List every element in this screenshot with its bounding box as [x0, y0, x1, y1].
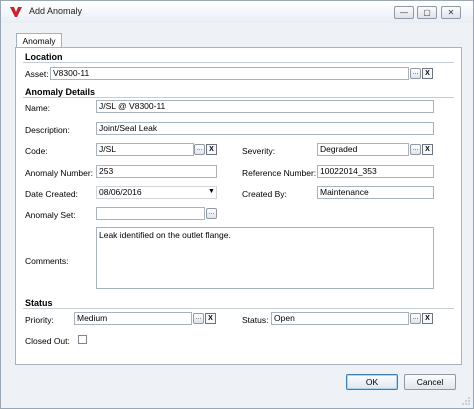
anomaly-number-field[interactable]: 253 [96, 165, 217, 178]
anomaly-set-field[interactable] [96, 207, 205, 220]
created-by-label: Created By: [242, 189, 287, 199]
severity-label: Severity: [242, 146, 276, 156]
cancel-button[interactable]: Cancel [404, 374, 456, 390]
title-bar[interactable]: Add Anomaly — ▢ ✕ [1, 1, 473, 23]
reference-number-label: Reference Number: [242, 168, 317, 178]
name-label: Name: [25, 103, 51, 113]
priority-clear-button[interactable]: X [205, 313, 216, 324]
status-browse-button[interactable]: ... [410, 313, 421, 324]
priority-label: Priority: [25, 315, 54, 325]
app-logo-icon [10, 7, 22, 17]
description-field[interactable]: Joint/Seal Leak [96, 122, 434, 135]
ok-button[interactable]: OK [346, 374, 398, 390]
date-dropdown-icon[interactable]: ▼ [208, 188, 215, 195]
resize-grip-icon[interactable] [462, 397, 470, 405]
code-label: Code: [25, 146, 48, 156]
window-title: Add Anomaly [29, 6, 83, 16]
status-label: Status: [242, 315, 269, 325]
add-anomaly-dialog: Add Anomaly — ▢ ✕ Anomaly Location Asset… [0, 0, 474, 409]
asset-clear-button[interactable]: X [422, 68, 433, 79]
maximize-button[interactable]: ▢ [417, 6, 437, 19]
severity-field[interactable]: Degraded [317, 143, 409, 156]
date-created-picker[interactable]: 08/06/2016 [96, 186, 217, 199]
reference-number-field[interactable]: 10022014_353 [317, 165, 434, 178]
asset-field[interactable]: V8300-11 [50, 67, 409, 80]
status-clear-button[interactable]: X [422, 313, 433, 324]
close-button[interactable]: ✕ [441, 6, 461, 19]
anomaly-set-label: Anomaly Set: [25, 210, 76, 220]
location-divider [23, 62, 454, 63]
code-field[interactable]: J/SL [96, 143, 194, 156]
date-created-label: Date Created: [25, 189, 78, 199]
status-divider [23, 308, 454, 309]
asset-browse-button[interactable]: ... [410, 68, 421, 79]
anomaly-details-heading: Anomaly Details [25, 87, 96, 97]
severity-browse-button[interactable]: ... [410, 144, 421, 155]
anomaly-number-label: Anomaly Number: [25, 168, 94, 178]
comments-textarea[interactable]: Leak identified on the outlet flange. [96, 227, 434, 289]
location-heading: Location [25, 52, 63, 62]
asset-label: Asset: [25, 69, 49, 79]
details-divider [23, 97, 454, 98]
status-field[interactable]: Open [271, 312, 409, 325]
severity-clear-button[interactable]: X [422, 144, 433, 155]
minimize-button[interactable]: — [394, 6, 414, 19]
name-field[interactable]: J/SL @ V8300-11 [96, 100, 434, 113]
anomaly-set-browse-button[interactable]: ... [206, 208, 217, 219]
closed-out-label: Closed Out: [25, 336, 70, 346]
comments-label: Comments: [25, 256, 69, 266]
description-label: Description: [25, 125, 70, 135]
status-heading: Status [25, 298, 53, 308]
priority-browse-button[interactable]: ... [193, 313, 204, 324]
created-by-field[interactable]: Maintenance [317, 186, 434, 199]
code-clear-button[interactable]: X [206, 144, 217, 155]
tab-anomaly[interactable]: Anomaly [16, 33, 62, 48]
code-browse-button[interactable]: ... [194, 144, 205, 155]
priority-field[interactable]: Medium [74, 312, 192, 325]
closed-out-checkbox[interactable] [78, 335, 87, 344]
